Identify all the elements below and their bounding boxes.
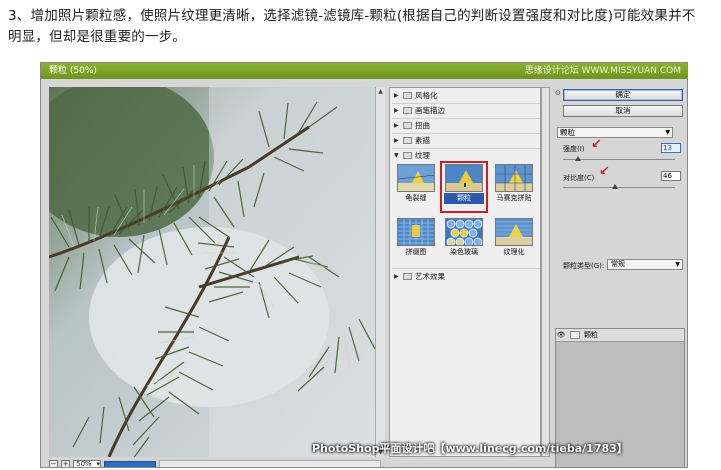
filter-gallery-tree: ▶ 风格化 ▶ 画笔描边 ▶ 扭曲 ▶ 素描 ▼ 纹理 龟裂缝 颗粒 马赛克拼贴 拼缀图 … <box>389 87 541 457</box>
grain-type-label: 颗粒类型(G): <box>563 262 605 270</box>
layer-name: 颗粒 <box>584 331 598 339</box>
image-preview[interactable] <box>49 87 375 457</box>
filter-thumb-craquelure[interactable]: 龟裂缝 <box>396 164 436 210</box>
folder-icon <box>403 137 412 144</box>
cancel-button[interactable]: 取消 <box>563 105 683 117</box>
site-watermark: 思缘设计论坛 WWW.MISSYUAN.COM <box>524 66 681 76</box>
folder-label: 纹理 <box>415 151 430 160</box>
intensity-slider-knob[interactable] <box>574 156 581 161</box>
collapse-arrow-icon: ▼ <box>394 152 399 159</box>
caption-line-2: 明显，但却是很重要的一步。 <box>8 29 187 45</box>
folder-label: 画笔描边 <box>415 106 445 115</box>
window-title: 颗粒 (50%) <box>49 66 97 76</box>
folder-open-icon <box>403 152 412 159</box>
scroll-up-icon[interactable]: ▲ <box>376 87 385 96</box>
grain-type-select[interactable]: 常规 ▼ <box>607 259 683 270</box>
expand-arrow-icon: ▶ <box>394 107 399 114</box>
thumb-image <box>397 218 435 246</box>
layer-thumb-icon <box>570 331 580 339</box>
zoom-select[interactable]: 50% ▾ <box>73 459 101 468</box>
chevron-down-icon: ▼ <box>665 129 670 136</box>
contrast-input[interactable]: 46 <box>661 171 681 181</box>
effect-layer-row[interactable]: 👁 颗粒 <box>556 329 684 342</box>
expand-arrow-icon: ▶ <box>394 122 399 129</box>
filter-thumb-texturizer[interactable]: 纹理化 <box>494 218 534 264</box>
thumb-label: 马赛克拼贴 <box>496 194 532 202</box>
contrast-slider[interactable] <box>563 184 675 189</box>
render-progress-bar <box>104 460 156 467</box>
selection-highlight-box <box>440 161 488 213</box>
ok-button[interactable]: 确定 <box>563 89 683 101</box>
zoom-value: 50% <box>76 459 92 468</box>
folder-label: 素描 <box>415 136 430 145</box>
contrast-label: 对比度(C) <box>563 174 595 182</box>
collapse-icon[interactable]: ⊙ <box>555 89 561 97</box>
expand-arrow-icon: ▶ <box>394 92 399 99</box>
filter-thumb-stained-glass[interactable]: 染色玻璃 <box>444 218 484 264</box>
window-titlebar[interactable]: 颗粒 (50%) 思缘设计论坛 WWW.MISSYUAN.COM <box>41 63 687 79</box>
chevron-down-icon: ▾ <box>96 459 100 468</box>
folder-brush-strokes[interactable]: ▶ 画笔描边 <box>394 105 445 116</box>
tutorial-caption: 3、增加照片颗粒感，使照片纹理更清晰，选择滤镜-滤镜库-颗粒(根据自己的判断设置… <box>8 6 720 48</box>
folder-stylize[interactable]: ▶ 风格化 <box>394 90 438 101</box>
filter-type-value: 颗粒 <box>560 128 575 137</box>
zoom-in-button[interactable]: + <box>61 459 70 467</box>
folder-icon <box>403 273 412 280</box>
thumb-image <box>495 218 533 246</box>
annotation-arrow-icon: ↙ <box>599 164 610 179</box>
eye-icon[interactable]: 👁 <box>556 330 566 340</box>
expand-arrow-icon: ▶ <box>394 137 399 144</box>
filter-gallery-window: 颗粒 (50%) 思缘设计论坛 WWW.MISSYUAN.COM ▲ ▼ − +… <box>40 62 688 468</box>
pine-photo <box>49 87 375 457</box>
caption-line-1: 3、增加照片颗粒感，使照片纹理更清晰，选择滤镜-滤镜库-颗粒(根据自己的判断设置… <box>8 8 696 24</box>
folder-icon <box>403 122 412 129</box>
thumb-image <box>445 218 483 246</box>
intensity-input[interactable]: 13 <box>661 143 681 153</box>
thumb-image <box>495 164 533 192</box>
preview-statusbar: − + 50% ▾ <box>49 459 385 468</box>
filter-type-select[interactable]: 颗粒 ▼ <box>557 127 673 138</box>
expand-arrow-icon: ▶ <box>394 273 399 280</box>
zoom-out-button[interactable]: − <box>49 459 58 467</box>
settings-panel: ⊙ 确定 取消 颗粒 ▼ 强度(I) 13 ↙ 对比度(C) 46 ↙ 颗粒类型… <box>553 87 687 467</box>
grain-type-value: 常规 <box>611 260 625 268</box>
folder-icon <box>403 107 412 114</box>
folder-label: 扭曲 <box>415 121 430 130</box>
thumb-label: 龟裂缝 <box>405 194 427 202</box>
folder-distort[interactable]: ▶ 扭曲 <box>394 120 430 131</box>
thumb-label: 纹理化 <box>503 248 525 256</box>
intensity-slider[interactable] <box>563 156 675 161</box>
preview-horizontal-scrollbar[interactable] <box>159 460 381 467</box>
thumb-label: 染色玻璃 <box>450 248 478 256</box>
chevron-down-icon: ▼ <box>675 261 680 268</box>
folder-texture[interactable]: ▼ 纹理 <box>394 150 430 161</box>
gallery-scrollbar[interactable] <box>541 87 550 457</box>
annotation-arrow-icon: ↙ <box>591 137 602 152</box>
folder-icon <box>403 92 412 99</box>
footer-watermark: PhotoShop平面设计吧【www.linecg.com/tieba/1783… <box>312 442 628 455</box>
folder-label: 风格化 <box>415 91 438 100</box>
contrast-slider-knob[interactable] <box>611 184 618 189</box>
folder-label: 艺术效果 <box>415 272 445 281</box>
filter-thumb-patchwork[interactable]: 拼缀图 <box>396 218 436 264</box>
folder-artistic[interactable]: ▶ 艺术效果 <box>394 271 445 282</box>
intensity-label: 强度(I) <box>563 145 585 153</box>
preview-vertical-scrollbar[interactable]: ▲ ▼ <box>375 87 385 457</box>
folder-sketch[interactable]: ▶ 素描 <box>394 135 430 146</box>
thumb-image <box>397 164 435 192</box>
filter-thumb-mosaic-tiles[interactable]: 马赛克拼贴 <box>494 164 534 210</box>
thumb-label: 拼缀图 <box>405 248 427 256</box>
